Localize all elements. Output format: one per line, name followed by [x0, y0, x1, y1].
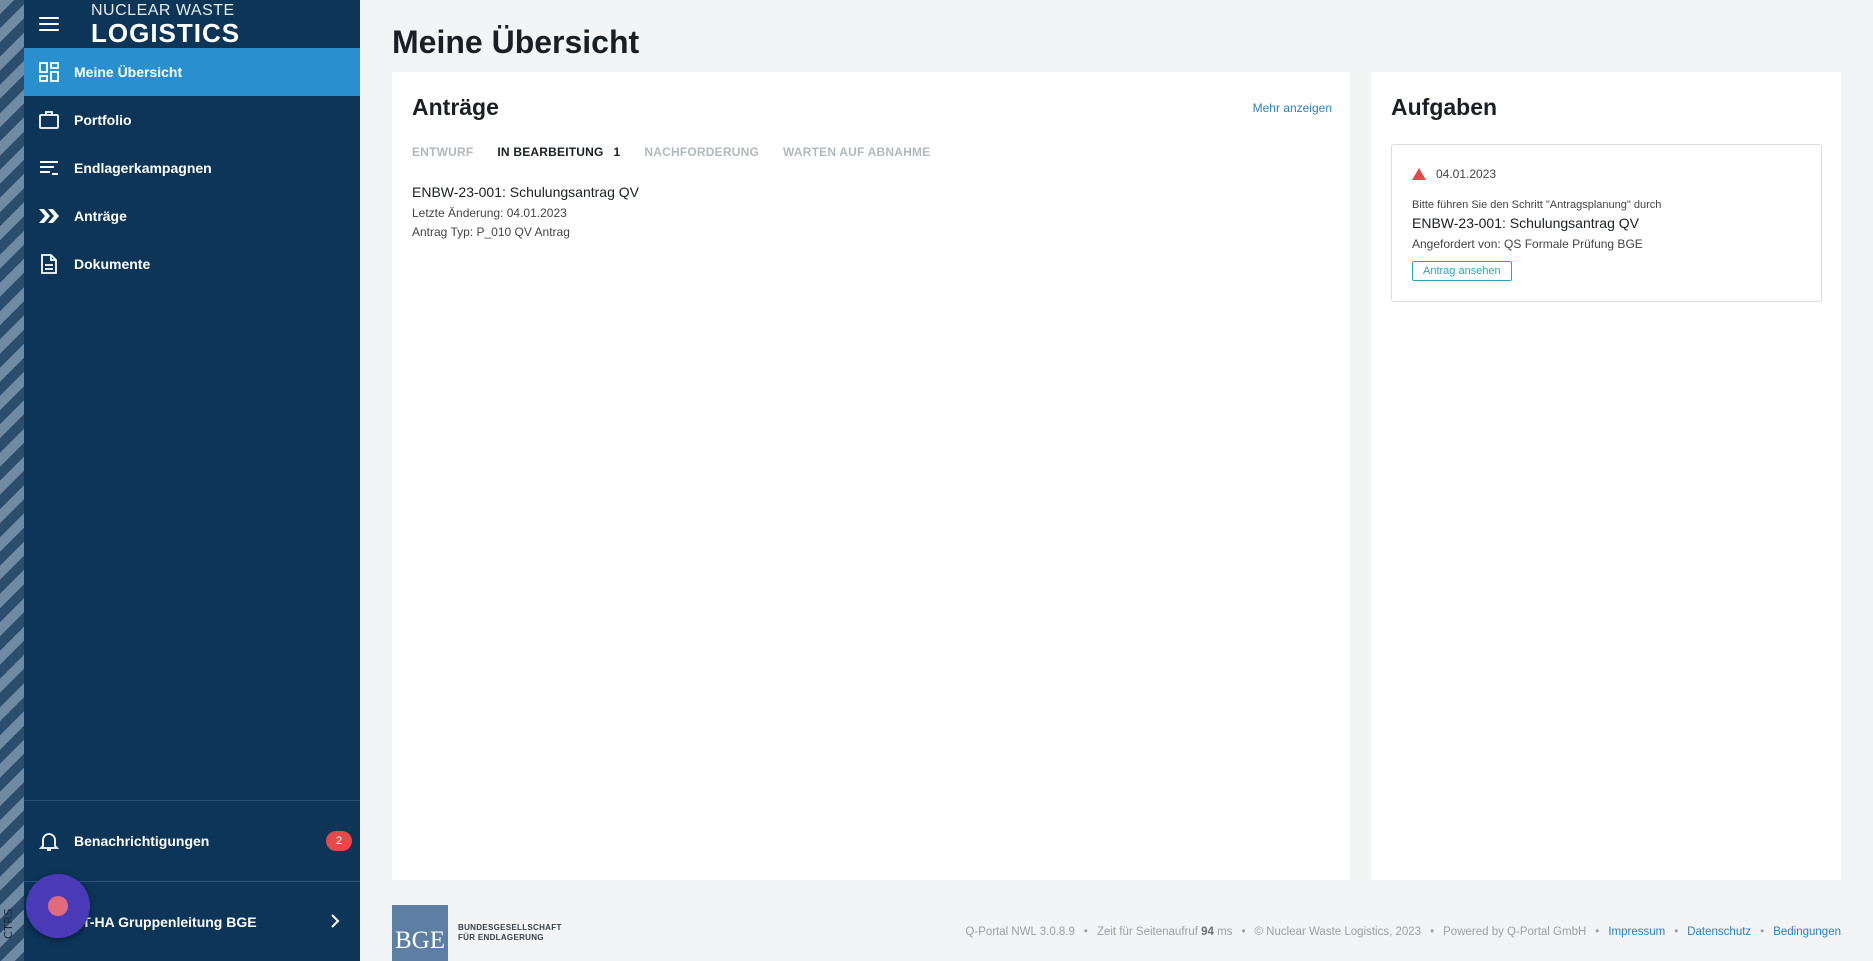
bge-line-2: FÜR ENDLAGERUNG — [458, 933, 544, 942]
sidebar-item-dokumente[interactable]: Dokumente — [24, 240, 360, 288]
footer-load-time: Zeit für Seitenaufruf 94 ms — [1097, 926, 1233, 938]
bell-icon — [38, 830, 60, 852]
assistant-fab-button[interactable] — [26, 874, 90, 938]
list-icon — [38, 157, 60, 179]
chevron-right-icon — [331, 914, 340, 928]
sidebar-item-antraege[interactable]: Anträge — [24, 192, 360, 240]
sidebar-item-label: Dokumente — [74, 256, 151, 272]
separator: • — [1760, 926, 1765, 938]
datenschutz-link[interactable]: Datenschutz — [1687, 926, 1751, 938]
page-title: Meine Übersicht — [392, 24, 640, 60]
notifications-label: Benachrichtigungen — [74, 833, 210, 849]
bge-logo-text: BUNDESGESELLSCHAFT FÜR ENDLAGERUNG — [458, 923, 562, 944]
sidebar-item-meine-uebersicht[interactable]: Meine Übersicht — [24, 48, 360, 96]
task-requested-by: Angefordert von: QS Formale Prüfung BGE — [1412, 237, 1643, 251]
logo-line-1: NUCLEAR WASTE — [91, 1, 235, 19]
sidebar-item-label: Portfolio — [74, 112, 132, 128]
antrag-title: ENBW-23-001: Schulungsantrag QV — [412, 184, 639, 200]
antraege-title: Anträge — [412, 94, 499, 120]
tab-in-bearbeitung[interactable]: IN BEARBEITUNG 1 — [497, 145, 620, 159]
antrag-last-changed: Letzte Änderung: 04.01.2023 — [412, 206, 567, 220]
load-prefix: Zeit für Seitenaufruf — [1096, 926, 1198, 938]
logo-line-2: LOGISTICS — [91, 17, 241, 48]
footer-version: Q-Portal NWL 3.0.8.9 — [965, 926, 1075, 938]
sidebar-item-label: Endlagerkampagnen — [74, 160, 212, 176]
sidebar-nav: Meine Übersicht Portfolio Endlagerkampag… — [24, 48, 360, 288]
antraege-card: Anträge Mehr anzeigen ENTWURF IN BEARBEI… — [392, 72, 1350, 880]
environment-stripe: CTRS — [0, 0, 24, 961]
notification-count-badge: 2 — [326, 831, 352, 851]
separator: • — [1083, 926, 1088, 938]
sidebar-item-label: Anträge — [74, 208, 127, 224]
account-name: KT-HA Gruppenleitung BGE — [72, 913, 257, 930]
task-date: 04.01.2023 — [1436, 167, 1497, 181]
brand-header: NUCLEAR WASTE LOGISTICS — [24, 0, 360, 48]
bge-logo: BGE BUNDESGESELLSCHAFT FÜR ENDLAGERUNG — [392, 905, 562, 961]
load-value: 94 — [1201, 926, 1214, 938]
task-title: ENBW-23-001: Schulungsantrag QV — [1412, 215, 1639, 231]
sidebar-item-endlagerkampagnen[interactable]: Endlagerkampagnen — [24, 144, 360, 192]
bge-logo-mark: BGE — [392, 905, 448, 961]
tab-nachforderung[interactable]: NACHFORDERUNG — [644, 145, 759, 159]
record-icon — [48, 896, 68, 916]
warning-icon — [1412, 168, 1426, 180]
task-date-row: 04.01.2023 — [1412, 167, 1496, 181]
mehr-anzeigen-link[interactable]: Mehr anzeigen — [1253, 101, 1332, 115]
task-instruction: Bitte führen Sie den Schritt "Antragspla… — [1412, 199, 1662, 211]
document-icon — [38, 253, 60, 275]
separator: • — [1595, 926, 1600, 938]
separator: • — [1241, 926, 1246, 938]
double-chevron-icon — [38, 205, 60, 227]
tab-label: ENTWURF — [412, 145, 474, 159]
tab-count: 1 — [613, 145, 621, 159]
menu-icon[interactable] — [39, 17, 59, 31]
task-card: 04.01.2023 Bitte führen Sie den Schritt … — [1391, 144, 1822, 302]
tab-warten-auf-abnahme[interactable]: WARTEN AUF ABNAHME — [783, 145, 930, 159]
tab-label: WARTEN AUF ABNAHME — [783, 145, 931, 159]
sidebar-item-portfolio[interactable]: Portfolio — [24, 96, 360, 144]
antraege-tabs: ENTWURF IN BEARBEITUNG 1 NACHFORDERUNG WA… — [412, 145, 954, 159]
antrag-type: Antrag Typ: P_010 QV Antrag — [412, 225, 570, 239]
aufgaben-title: Aufgaben — [1391, 94, 1498, 120]
environment-label: CTRS — [2, 907, 15, 939]
bedingungen-link[interactable]: Bedingungen — [1773, 926, 1841, 938]
sidebar-item-label: Meine Übersicht — [74, 64, 183, 80]
footer-copyright: © Nuclear Waste Logistics, 2023 — [1254, 926, 1422, 938]
logo: NUCLEAR WASTE LOGISTICS — [91, 1, 241, 48]
sidebar: NUCLEAR WASTE LOGISTICS Meine Übersicht … — [24, 0, 360, 961]
bge-line-1: BUNDESGESELLSCHAFT — [458, 922, 562, 932]
footer-meta: Q-Portal NWL 3.0.8.9 • Zeit für Seitenau… — [965, 926, 1841, 938]
aufgaben-card: Aufgaben 04.01.2023 Bitte führen Sie den… — [1371, 72, 1841, 880]
load-unit: ms — [1217, 926, 1233, 938]
impressum-link[interactable]: Impressum — [1608, 926, 1665, 938]
separator: • — [1674, 926, 1679, 938]
notifications-item[interactable]: Benachrichtigungen 2 — [24, 801, 360, 881]
tab-label: NACHFORDERUNG — [644, 145, 760, 159]
tab-label: IN BEARBEITUNG — [497, 145, 604, 159]
briefcase-icon — [38, 109, 60, 131]
antrag-list-item[interactable]: ENBW-23-001: Schulungsantrag QV Letzte Ä… — [412, 184, 639, 239]
tab-entwurf[interactable]: ENTWURF — [412, 145, 473, 159]
footer-powered-by: Powered by Q-Portal GmbH — [1443, 926, 1587, 938]
antrag-ansehen-button[interactable]: Antrag ansehen — [1412, 261, 1512, 281]
separator: • — [1430, 926, 1435, 938]
dashboard-icon — [38, 61, 60, 83]
